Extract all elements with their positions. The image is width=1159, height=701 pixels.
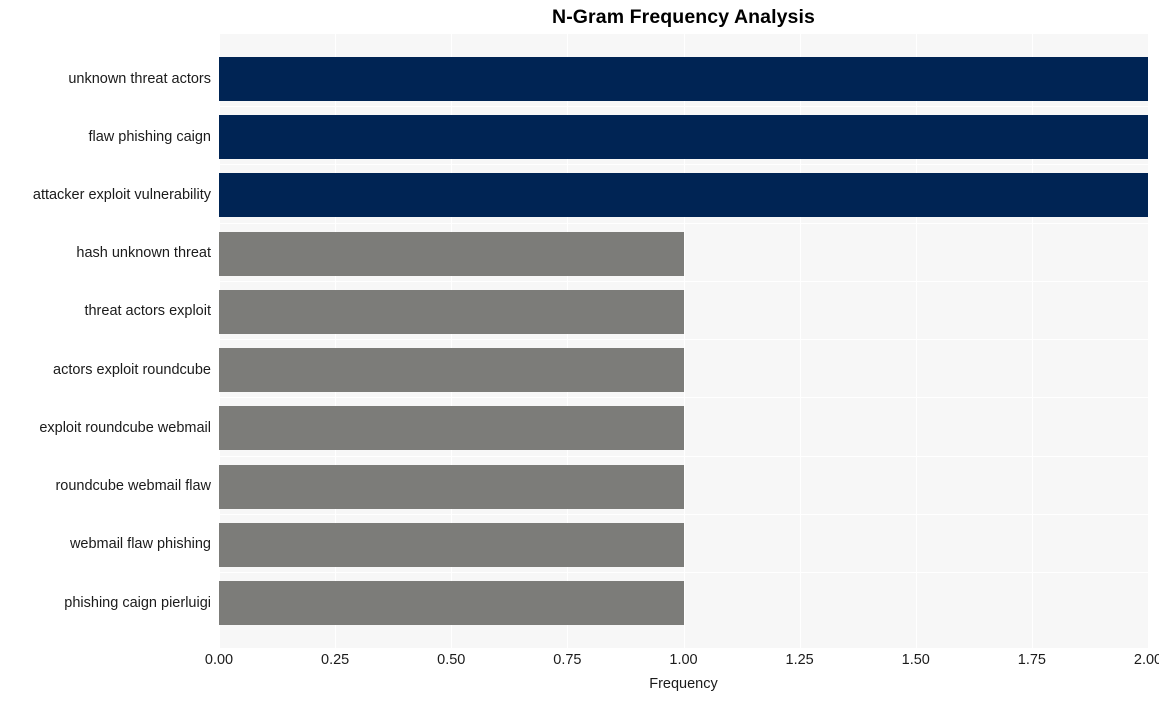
y-tick-label: roundcube webmail flaw — [55, 478, 211, 495]
y-tick-label: unknown threat actors — [68, 70, 211, 87]
y-gridline — [219, 106, 1148, 107]
y-tick-label: hash unknown threat — [76, 245, 211, 262]
x-axis: 0.00 0.25 0.50 0.75 1.00 1.25 1.50 1.75 2.00 — [205, 652, 1159, 672]
x-axis-title: Frequency — [649, 676, 718, 692]
y-tick-label: threat actors exploit — [84, 303, 211, 320]
plot-area — [219, 34, 1148, 648]
y-tick-label: exploit roundcube webmail — [39, 419, 211, 436]
y-tick-label: phishing caign pierluigi — [64, 594, 211, 611]
y-axis: unknown threat actors flaw phishing caign… — [0, 34, 211, 648]
y-gridline — [219, 281, 1148, 282]
x-tick-label: 0.50 — [437, 652, 466, 668]
bar[interactable] — [219, 348, 684, 393]
bar[interactable] — [219, 581, 684, 625]
x-tick-label: 2.00 — [1133, 652, 1159, 668]
bar[interactable] — [219, 406, 684, 451]
y-tick-label: attacker exploit vulnerability — [32, 186, 211, 203]
chart-figure: N-Gram Frequency Analysis unknown threat… — [0, 0, 1159, 701]
y-tick-label: webmail flaw phishing — [69, 536, 211, 553]
x-tick-label: 0.25 — [321, 652, 350, 668]
bar[interactable] — [219, 115, 1148, 160]
x-tick-label: 1.75 — [1017, 652, 1046, 668]
y-gridline — [219, 456, 1148, 457]
x-tick-label: 1.50 — [901, 652, 930, 668]
x-tick-label: 0.75 — [553, 652, 582, 668]
y-tick-label: actors exploit roundcube — [53, 361, 211, 378]
x-tick-label: 1.00 — [669, 652, 698, 668]
page-title: N-Gram Frequency Analysis — [552, 6, 815, 28]
bar[interactable] — [219, 289, 684, 334]
bar[interactable] — [219, 57, 1148, 101]
y-gridline — [219, 397, 1148, 398]
y-gridline — [219, 572, 1148, 573]
x-tick-label: 1.25 — [785, 652, 814, 668]
y-gridline — [219, 514, 1148, 515]
y-tick-label: flaw phishing caign — [88, 128, 211, 145]
bar[interactable] — [219, 464, 684, 509]
y-gridline — [219, 339, 1148, 340]
bar[interactable] — [219, 231, 684, 276]
bar[interactable] — [219, 173, 1148, 218]
bar[interactable] — [219, 522, 684, 567]
y-gridline — [219, 164, 1148, 165]
x-tick-label: 0.00 — [204, 652, 234, 668]
y-gridline — [219, 223, 1148, 224]
